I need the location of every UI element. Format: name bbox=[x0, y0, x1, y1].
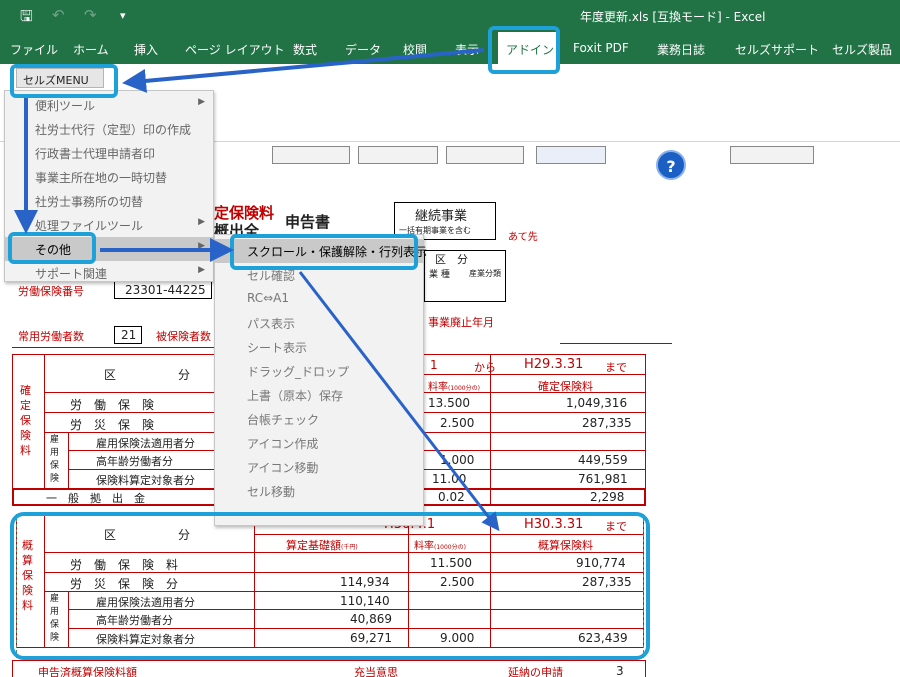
atesaki-label: あて先 bbox=[508, 232, 538, 243]
menu-item-support[interactable]: サポート関連 ▶ bbox=[5, 261, 213, 285]
rate-head-1: 料率(1000分の) bbox=[428, 382, 480, 393]
tab-home[interactable]: ホーム bbox=[73, 41, 109, 58]
r1-amount-1: 287,335 bbox=[582, 416, 632, 430]
tab-view[interactable]: 表示 bbox=[455, 41, 479, 58]
r1-label-2: 雇用保険法適用者分 bbox=[96, 437, 195, 450]
ribbon-tabs: ファイル ホーム 挿入 ページ レイアウト 数式 データ 校閲 表示 アドイン … bbox=[0, 32, 900, 64]
undo-icon[interactable]: ↶ bbox=[52, 6, 65, 24]
tab-foxit-pdf[interactable]: Foxit PDF bbox=[573, 41, 629, 55]
tab-cells-support[interactable]: セルズサポート bbox=[735, 41, 819, 58]
kubun-box: 区 分 業 種 産業分類 bbox=[424, 250, 506, 302]
highlight-scroll-item bbox=[230, 234, 418, 270]
r1-rate-4: 11.00 bbox=[432, 472, 467, 486]
sheet-button[interactable] bbox=[730, 146, 814, 164]
period-from-1: 1 bbox=[430, 358, 438, 372]
other-submenu: スクロール・保護解除・行列表示 セル確認 RC⇔A1 パス表示 シート表示 ドラ… bbox=[214, 234, 427, 526]
customize-qat-icon[interactable]: ▾ bbox=[120, 9, 126, 22]
r1-label-3: 高年齢労働者分 bbox=[96, 455, 173, 468]
emp-label: 常用労働者数 bbox=[18, 330, 84, 343]
menu-item-gyosei-stamp[interactable]: 行政書士代理申請者印 bbox=[5, 141, 213, 165]
bottom-num: 3 bbox=[616, 664, 624, 677]
koyo-side-1: 雇用保険 bbox=[50, 435, 60, 484]
labor-no: 23301-44225 bbox=[125, 283, 206, 297]
submenu-overwrite-save[interactable]: 上書（原本）保存 bbox=[215, 383, 423, 407]
tab-page-layout[interactable]: ページ レイアウト bbox=[185, 41, 285, 58]
made-1: まで bbox=[605, 361, 627, 374]
submenu-cell-move[interactable]: セル移動 bbox=[215, 479, 423, 503]
submenu-ledger-check[interactable]: 台帳チェック bbox=[215, 407, 423, 431]
ippan-amount: 2,298 bbox=[590, 490, 625, 504]
haishi-line bbox=[560, 343, 672, 344]
title-bar: 🖫 ↶ ↷ ▾ 年度更新.xls [互換モード] - Excel bbox=[0, 0, 900, 32]
r1-label-1: 労 災 保 険 bbox=[70, 418, 155, 432]
grid-line bbox=[44, 354, 45, 490]
tab-insert[interactable]: 挿入 bbox=[134, 41, 158, 58]
submenu-icon-create[interactable]: アイコン作成 bbox=[215, 431, 423, 455]
bottom-label-b: 充当意思 bbox=[354, 666, 398, 677]
grid-line bbox=[490, 488, 491, 506]
gyoshu-label: 業 種 bbox=[429, 270, 450, 280]
highlight-gaisan-table bbox=[10, 512, 650, 660]
menu-item-sr-stamp[interactable]: 社労士代行（定型）印の作成 bbox=[5, 117, 213, 141]
r1-amount-3: 449,559 bbox=[578, 453, 628, 467]
r1-amount-0: 1,049,316 bbox=[566, 396, 628, 410]
tab-file[interactable]: ファイル bbox=[10, 41, 58, 58]
submenu-path-display[interactable]: パス表示 bbox=[215, 311, 423, 335]
sheet-button[interactable] bbox=[358, 146, 438, 164]
save-icon[interactable]: 🖫 bbox=[20, 6, 33, 31]
r1-label-0: 労 働 保 険 bbox=[70, 398, 155, 412]
r1-label-4: 保険料算定対象者分 bbox=[96, 474, 195, 487]
highlight-menu-button bbox=[10, 64, 118, 98]
window-title: 年度更新.xls [互換モード] - Excel bbox=[580, 10, 766, 24]
highlight-addins-tab bbox=[488, 26, 560, 74]
labor-no-label: 労働保険番号 bbox=[18, 285, 84, 298]
haishi-label: 事業廃止年月 bbox=[428, 316, 494, 329]
sangyo-label: 産業分類 bbox=[469, 269, 501, 278]
tab-data[interactable]: データ bbox=[345, 41, 381, 58]
menu-item-office-switch[interactable]: 社労士事務所の切替 bbox=[5, 189, 213, 213]
bun-label: 分 bbox=[178, 368, 191, 382]
tab-formulas[interactable]: 数式 bbox=[293, 41, 317, 58]
help-icon[interactable]: ? bbox=[656, 150, 686, 180]
insured-label: 被保険者数 bbox=[156, 330, 211, 343]
submenu-drag-drop[interactable]: ドラッグ_ドロップ bbox=[215, 359, 423, 383]
bottom-label-a: 申告済概算保険料額 bbox=[38, 666, 137, 677]
r1-rate-0: 13.500 bbox=[428, 396, 470, 410]
submenu-icon-move[interactable]: アイコン移動 bbox=[215, 455, 423, 479]
kubun-label: 区 分 bbox=[435, 253, 468, 266]
submenu-rc-a1[interactable]: RC⇔A1 bbox=[215, 287, 423, 311]
kakutei-head: 確定保険料 bbox=[538, 380, 593, 393]
tab-review[interactable]: 校閲 bbox=[403, 41, 427, 58]
kara-1: から bbox=[474, 361, 496, 374]
period-end-1: H29.3.31 bbox=[524, 357, 584, 372]
sheet-button[interactable] bbox=[272, 146, 350, 164]
submenu-sheet-display[interactable]: シート表示 bbox=[215, 335, 423, 359]
emp-count: 21 bbox=[121, 328, 137, 342]
bottom-label-c: 延納の申請 bbox=[508, 666, 563, 677]
sheet-button[interactable] bbox=[446, 146, 524, 164]
kakutei-side-label: 確定保険料 bbox=[20, 384, 31, 457]
sheet-button[interactable] bbox=[536, 146, 606, 164]
ippan-rate: 0.02 bbox=[438, 490, 465, 504]
menu-item-address-switch[interactable]: 事業主所在地の一時切替 bbox=[5, 165, 213, 189]
r1-amount-4: 761,981 bbox=[578, 472, 628, 486]
tab-business-diary[interactable]: 業務日誌 bbox=[657, 41, 705, 58]
ippan-label: 一 般 拠 出 金 bbox=[46, 492, 145, 505]
emp-count-box: 21 bbox=[114, 326, 142, 344]
keizoku-label: 継続事業 bbox=[415, 209, 468, 224]
highlight-other-item bbox=[8, 232, 96, 264]
grid-line bbox=[68, 432, 69, 490]
r1-rate-3: 1.000 bbox=[440, 453, 475, 467]
r1-rate-1: 2.500 bbox=[440, 416, 475, 430]
tab-cells-products[interactable]: セルズ製品 bbox=[832, 41, 892, 58]
form-title-c: 申告書 bbox=[285, 213, 331, 231]
redo-icon[interactable]: ↷ bbox=[84, 6, 97, 24]
ku-label: 区 bbox=[104, 368, 117, 382]
